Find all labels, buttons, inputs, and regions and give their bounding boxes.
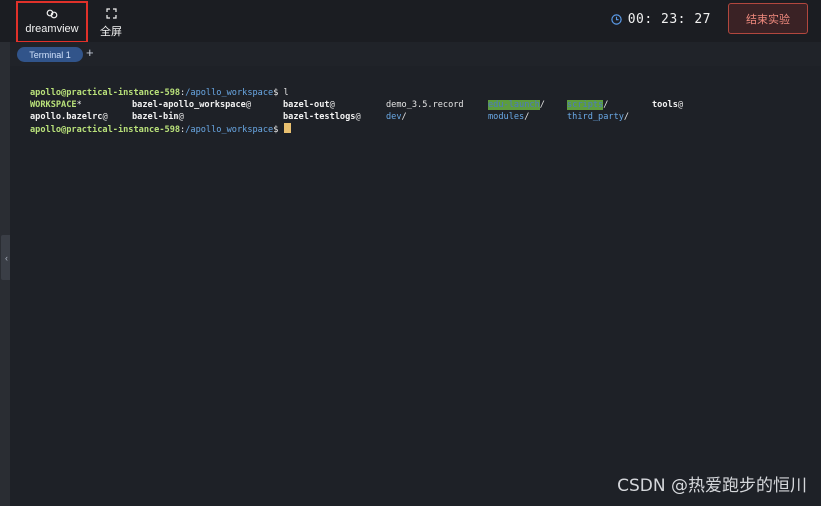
prompt-command: $ l	[273, 88, 289, 98]
listing-entry: edu-launch/	[488, 100, 545, 110]
timer-value: 00: 23: 27	[627, 12, 711, 27]
listing-entry: third_party/	[567, 112, 630, 122]
prompt-path: /apollo_workspace	[185, 88, 274, 98]
listing-entry: apollo.bazelrc@	[30, 112, 108, 122]
terminal-line-prompt: apollo@practical-instance-598:/apollo_wo…	[30, 123, 291, 135]
link-icon	[46, 9, 58, 19]
prompt-dollar: $	[273, 125, 284, 135]
top-toolbar: dreamview 全屏 00: 23: 27 结束实验	[0, 0, 821, 44]
terminal-listing-row-2: apollo.bazelrc@ bazel-bin@ bazel-testlog…	[30, 111, 810, 123]
listing-entry: bazel-testlogs@	[283, 112, 361, 122]
listing-entry: tools@	[652, 100, 684, 110]
listing-entry: bazel-out@	[283, 100, 335, 110]
dreamview-button[interactable]: dreamview	[16, 1, 88, 43]
prompt-path: /apollo_workspace	[185, 125, 274, 135]
listing-entry: dev/	[386, 112, 407, 122]
prompt-user: apollo@practical-instance-598	[30, 125, 181, 135]
terminal-output[interactable]: apollo@practical-instance-598:/apollo_wo…	[10, 66, 821, 506]
fullscreen-label: 全屏	[100, 25, 122, 38]
listing-entry: WORKSPACE*	[30, 100, 82, 110]
timer: 00: 23: 27	[611, 12, 711, 27]
end-experiment-button[interactable]: 结束实验	[728, 3, 808, 34]
chevron-left-icon: ‹	[5, 252, 8, 263]
watermark-text: CSDN @热爱跑步的恒川	[617, 476, 807, 496]
add-tab-button[interactable]: +	[86, 45, 94, 60]
terminal-tab-strip: Terminal 1 +	[0, 42, 821, 66]
listing-entry: modules/	[488, 112, 530, 122]
clock-icon	[611, 14, 622, 25]
listing-entry: bazel-apollo_workspace@	[132, 100, 252, 110]
expand-icon	[105, 7, 117, 19]
terminal-listing-row-1: WORKSPACE* bazel-apollo_workspace@ bazel…	[30, 99, 810, 111]
listing-entry: demo_3.5.record	[386, 100, 464, 110]
dreamview-label: dreamview	[25, 23, 79, 35]
terminal-cursor	[283, 123, 291, 133]
terminal-line-command: apollo@practical-instance-598:/apollo_wo…	[30, 87, 289, 99]
fullscreen-button[interactable]: 全屏	[92, 2, 130, 44]
listing-entry: bazel-bin@	[132, 112, 184, 122]
listing-entry: scripts/	[567, 100, 609, 110]
tab-terminal-1[interactable]: Terminal 1	[17, 47, 83, 62]
prompt-user: apollo@practical-instance-598	[30, 88, 181, 98]
